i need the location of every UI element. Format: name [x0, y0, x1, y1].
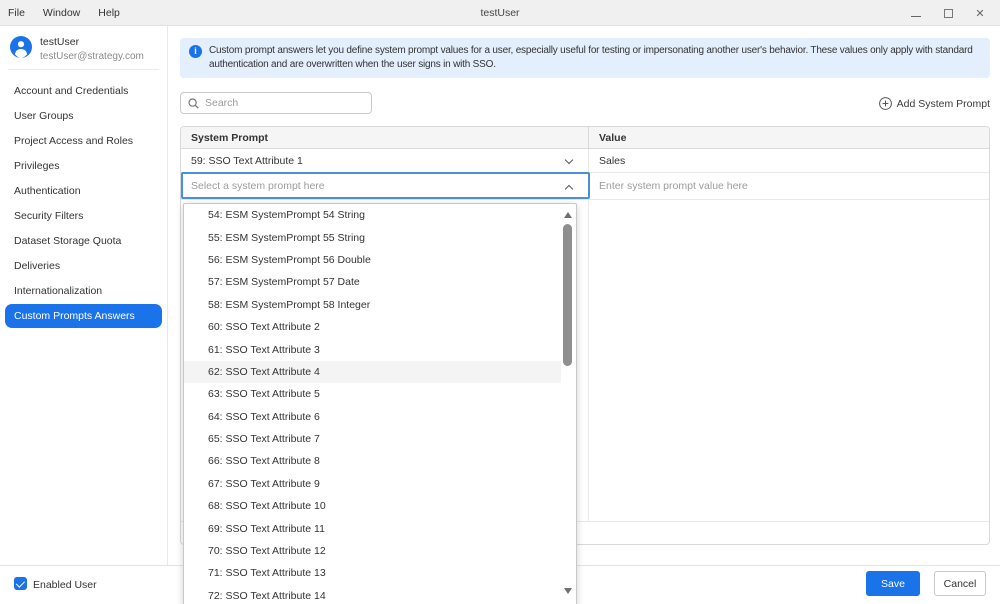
- add-system-prompt-button[interactable]: Add System Prompt: [879, 96, 990, 111]
- table-header: System Prompt Value: [181, 127, 989, 149]
- plus-circle-icon: [879, 97, 892, 110]
- maximize-button[interactable]: [942, 7, 954, 19]
- cancel-button[interactable]: Cancel: [934, 571, 986, 596]
- sidebar-item[interactable]: User Groups: [5, 104, 162, 128]
- dropdown-item[interactable]: 71: SSO Text Attribute 13: [184, 562, 561, 584]
- sidebar-item[interactable]: Security Filters: [5, 204, 162, 228]
- sidebar-item[interactable]: Account and Credentials: [5, 79, 162, 103]
- window-title: testUser: [0, 7, 1000, 19]
- table-row: Select a system prompt here: [181, 173, 989, 200]
- sidebar-nav: Account and CredentialsUser GroupsProjec…: [0, 70, 167, 328]
- dropdown-item[interactable]: 61: SSO Text Attribute 3: [184, 338, 561, 360]
- sidebar-item[interactable]: Custom Prompts Answers: [5, 304, 162, 328]
- sidebar-item[interactable]: Authentication: [5, 179, 162, 203]
- dropdown-item[interactable]: 57: ESM SystemPrompt 57 Date: [184, 271, 561, 293]
- info-banner: Custom prompt answers let you define sys…: [180, 38, 990, 78]
- table-row: 59: SSO Text Attribute 1: [181, 149, 989, 173]
- sidebar-item[interactable]: Deliveries: [5, 254, 162, 278]
- dropdown-item[interactable]: 54: ESM SystemPrompt 54 String: [184, 204, 561, 226]
- system-prompt-select-open[interactable]: Select a system prompt here: [181, 172, 590, 199]
- selected-prompt-text: 59: SSO Text Attribute 1: [191, 155, 303, 167]
- titlebar: FileWindowHelp testUser ✕: [0, 0, 1000, 26]
- sidebar-item[interactable]: Internationalization: [5, 279, 162, 303]
- dropdown-item[interactable]: 64: SSO Text Attribute 6: [184, 406, 561, 428]
- avatar: [10, 36, 32, 58]
- search-input[interactable]: [205, 97, 371, 109]
- dropdown-item[interactable]: 69: SSO Text Attribute 11: [184, 517, 561, 539]
- user-email: testUser@strategy.com: [40, 51, 144, 62]
- column-header-value: Value: [589, 127, 989, 148]
- save-button[interactable]: Save: [866, 571, 920, 596]
- dropdown-item[interactable]: 60: SSO Text Attribute 2: [184, 316, 561, 338]
- sidebar-item[interactable]: Privileges: [5, 154, 162, 178]
- search-box: [180, 92, 372, 114]
- user-block: testUser testUser@strategy.com: [0, 26, 167, 69]
- info-banner-text: Custom prompt answers let you define sys…: [209, 44, 980, 72]
- user-name: testUser: [40, 36, 79, 48]
- sidebar-item[interactable]: Project Access and Roles: [5, 129, 162, 153]
- dropdown-scrollbar: [561, 205, 575, 604]
- dropdown-item[interactable]: 70: SSO Text Attribute 12: [184, 540, 561, 562]
- dropdown-item[interactable]: 56: ESM SystemPrompt 56 Double: [184, 249, 561, 271]
- dropdown-item[interactable]: 55: ESM SystemPrompt 55 String: [184, 226, 561, 248]
- dropdown-item[interactable]: 72: SSO Text Attribute 14: [184, 585, 561, 604]
- sidebar: testUser testUser@strategy.com Account a…: [0, 26, 168, 565]
- dropdown-item[interactable]: 67: SSO Text Attribute 9: [184, 473, 561, 495]
- system-prompt-select[interactable]: 59: SSO Text Attribute 1: [181, 149, 589, 172]
- enabled-user-label: Enabled User: [33, 579, 97, 591]
- dropdown-item[interactable]: 62: SSO Text Attribute 4: [184, 361, 561, 383]
- sidebar-item[interactable]: Dataset Storage Quota: [5, 229, 162, 253]
- dropdown-item[interactable]: 68: SSO Text Attribute 10: [184, 495, 561, 517]
- scroll-up-arrow-icon[interactable]: [564, 212, 572, 218]
- dropdown-item[interactable]: 58: ESM SystemPrompt 58 Integer: [184, 294, 561, 316]
- select-placeholder: Select a system prompt here: [191, 180, 325, 192]
- dropdown-item[interactable]: 66: SSO Text Attribute 8: [184, 450, 561, 472]
- column-header-system-prompt: System Prompt: [181, 127, 589, 148]
- dropdown-list: 54: ESM SystemPrompt 54 String55: ESM Sy…: [184, 204, 561, 604]
- app-window: FileWindowHelp testUser ✕ testUser testU…: [0, 0, 1000, 604]
- dropdown-item[interactable]: 63: SSO Text Attribute 5: [184, 383, 561, 405]
- maximize-icon: [944, 9, 953, 18]
- chevron-down-icon: [565, 156, 573, 164]
- prompt-value-input-empty[interactable]: [589, 180, 989, 192]
- enabled-user-checkbox[interactable]: [14, 577, 27, 590]
- chevron-up-icon: [565, 185, 573, 193]
- prompt-value-input[interactable]: [589, 155, 989, 167]
- search-icon: [188, 98, 199, 109]
- minimize-button[interactable]: [910, 7, 922, 19]
- minimize-icon: [911, 16, 921, 17]
- close-button[interactable]: ✕: [974, 7, 986, 19]
- dropdown-item[interactable]: 65: SSO Text Attribute 7: [184, 428, 561, 450]
- info-icon: [189, 45, 202, 58]
- add-system-prompt-label: Add System Prompt: [897, 98, 990, 110]
- scrollbar-thumb[interactable]: [563, 224, 572, 366]
- window-controls: ✕: [910, 0, 986, 26]
- system-prompt-dropdown: 54: ESM SystemPrompt 54 String55: ESM Sy…: [183, 203, 577, 604]
- scroll-down-arrow-icon[interactable]: [564, 588, 572, 594]
